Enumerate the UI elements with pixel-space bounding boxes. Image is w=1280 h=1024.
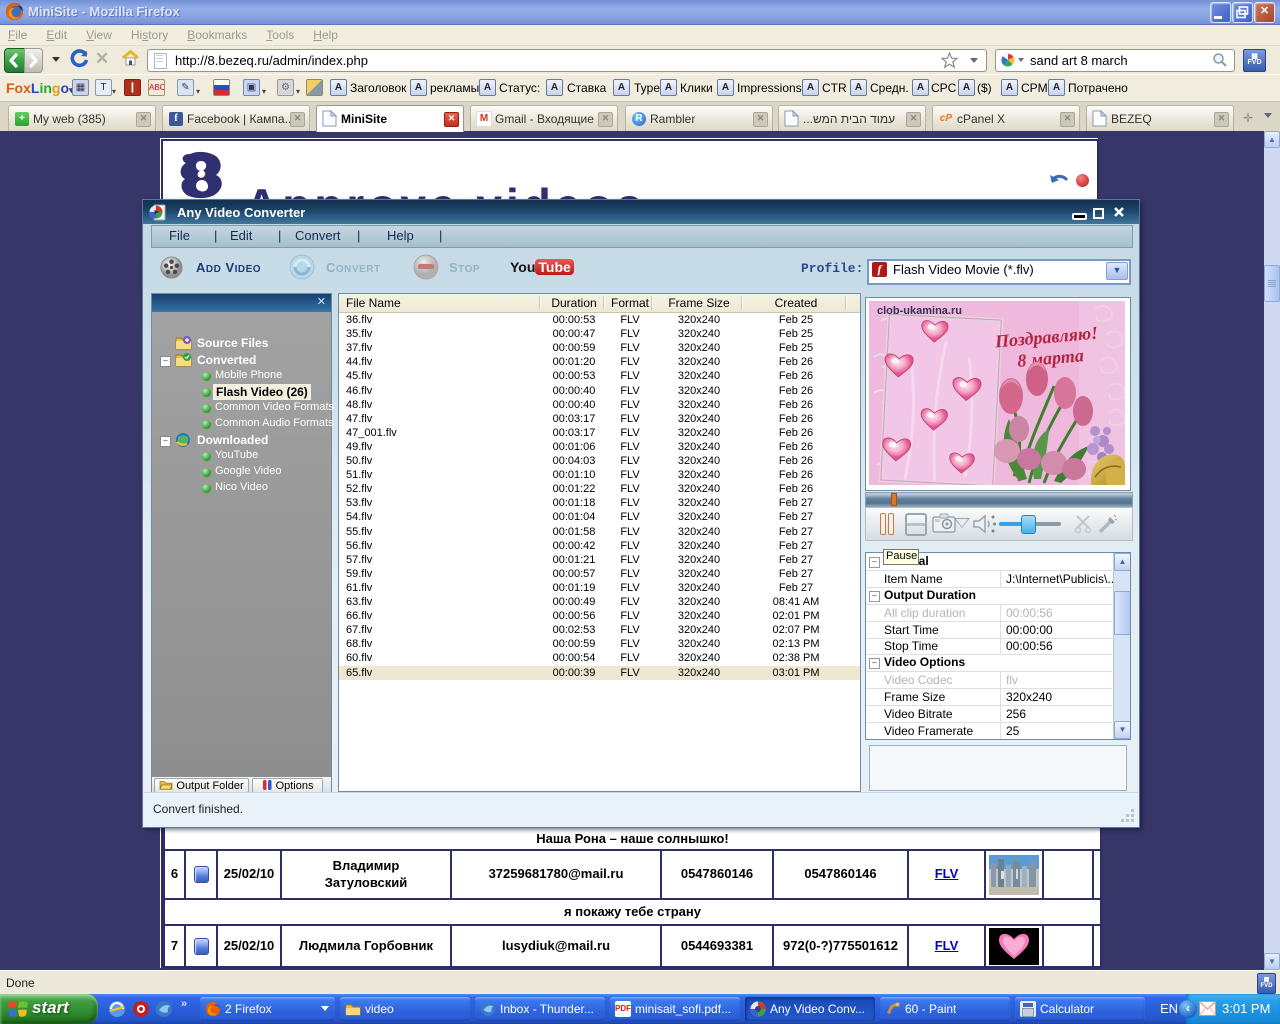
svg-text:clob-ukamina.ru: clob-ukamina.ru bbox=[877, 305, 962, 317]
